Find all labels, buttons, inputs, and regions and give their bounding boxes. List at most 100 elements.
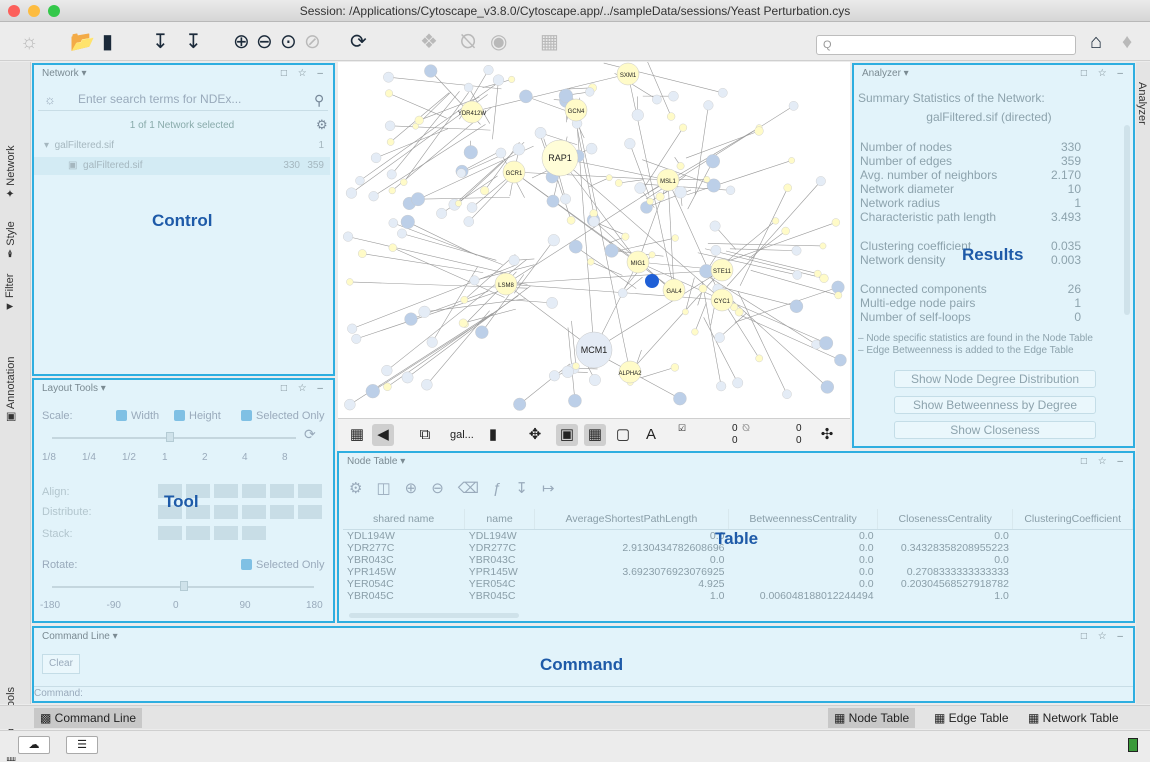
network-node[interactable] <box>832 218 840 226</box>
scale-slider-handle[interactable] <box>166 432 174 442</box>
column-header[interactable]: ClusteringCoefficient <box>1013 509 1133 529</box>
column-header[interactable]: shared name <box>343 509 465 529</box>
panel-controls[interactable]: □ ☆ – <box>281 65 327 82</box>
search-icon[interactable]: ⚲ <box>314 92 324 109</box>
network-node[interactable] <box>546 297 557 308</box>
network-node[interactable] <box>419 306 431 318</box>
scrollbar[interactable] <box>1124 125 1130 315</box>
network-node[interactable] <box>387 170 396 179</box>
table-row[interactable]: YBR045CYBR045C1.00.0060481880122444941.0 <box>343 590 1133 602</box>
network-node[interactable] <box>632 109 644 121</box>
share-icon[interactable]: ◀ <box>372 424 394 446</box>
select-nodes-icon[interactable]: ▣ <box>556 424 578 446</box>
network-row[interactable]: ▣ galFiltered.sif330359 <box>34 157 330 175</box>
open-icon[interactable]: 📂 <box>70 30 95 54</box>
network-node[interactable] <box>385 121 395 131</box>
panel-controls[interactable]: □ ☆ – <box>1081 453 1127 470</box>
network-node[interactable] <box>718 88 727 97</box>
network-node[interactable] <box>772 218 779 225</box>
network-node[interactable] <box>677 162 684 169</box>
navigator-icon[interactable]: ✣ <box>816 424 838 446</box>
notification-icon[interactable]: ♦ <box>1122 30 1132 54</box>
network-node[interactable] <box>402 372 413 383</box>
align-button[interactable] <box>242 484 266 498</box>
tab-node-table[interactable]: ▦ Node Table <box>828 708 915 728</box>
memory-icon[interactable] <box>1128 738 1138 752</box>
zoom-window-button[interactable] <box>48 5 60 17</box>
align-button[interactable] <box>214 484 238 498</box>
network-node[interactable] <box>401 215 415 229</box>
network-node[interactable] <box>475 326 488 339</box>
toolbar-search-input[interactable]: Q <box>816 35 1076 55</box>
network-node[interactable] <box>585 87 594 96</box>
grid-icon[interactable]: ▦ <box>346 424 368 446</box>
column-header[interactable]: ClosenessCentrality <box>878 509 1013 529</box>
network-node[interactable] <box>480 186 489 195</box>
open-view-icon[interactable]: ⧉ <box>414 424 436 446</box>
network-node[interactable] <box>692 329 699 336</box>
reset-icon[interactable]: ⟳ <box>304 426 316 443</box>
network-node[interactable] <box>589 216 599 226</box>
tab-network-table[interactable]: ▦ Network Table <box>1022 708 1125 728</box>
network-node[interactable] <box>679 124 687 132</box>
zoom-fit-icon[interactable]: ⊙ <box>280 30 297 54</box>
align-button[interactable] <box>270 484 294 498</box>
clear-button[interactable]: Clear <box>42 654 80 674</box>
align-button[interactable] <box>214 526 238 540</box>
hide-icon[interactable]: ⦰ <box>460 30 476 54</box>
network-node[interactable] <box>782 390 791 399</box>
network-node[interactable] <box>389 218 398 227</box>
tab-annotation[interactable]: ▣ Annotation <box>4 357 17 422</box>
network-node[interactable] <box>549 371 560 382</box>
network-node[interactable] <box>467 202 477 212</box>
ndex-icon[interactable]: ☼ <box>20 30 38 54</box>
network-node[interactable] <box>343 232 353 242</box>
panel-controls[interactable]: □ ☆ – <box>281 380 327 397</box>
help-icon[interactable]: ▦ <box>540 30 559 54</box>
network-node[interactable] <box>606 175 612 181</box>
network-node[interactable] <box>793 270 802 279</box>
import-table-icon[interactable]: ↧ <box>185 30 202 54</box>
panel-controls[interactable]: □ ☆ – <box>1081 628 1127 645</box>
select-edges-icon[interactable]: ▦ <box>584 424 606 446</box>
network-node[interactable] <box>755 127 764 136</box>
table-row[interactable]: YER054CYER054C4.9250.00.2030456852791878… <box>343 578 1133 590</box>
ndex-icon[interactable]: ☼ <box>44 92 56 107</box>
network-node[interactable] <box>668 91 678 101</box>
network-node[interactable] <box>400 179 407 186</box>
network-node[interactable] <box>470 276 479 285</box>
network-node[interactable] <box>484 65 494 75</box>
network-node[interactable] <box>635 182 646 193</box>
export-icon[interactable]: ▮ <box>482 424 504 446</box>
network-node[interactable] <box>569 240 582 253</box>
show-closeness-button[interactable]: Show Closeness <box>894 421 1096 439</box>
network-node[interactable] <box>509 255 520 266</box>
tab-analyzer[interactable]: Analyzer <box>1136 82 1148 125</box>
tab-edge-table[interactable]: ▦ Edge Table <box>928 708 1015 728</box>
network-node[interactable] <box>427 337 438 348</box>
network-canvas[interactable]: RAP1MCM1MIG1GAL4STE11CYC1GCN4SXM1YDR412W… <box>338 62 850 418</box>
network-node[interactable] <box>716 381 726 391</box>
column-header[interactable]: AverageShortestPathLength <box>534 509 728 529</box>
network-node[interactable] <box>733 378 743 388</box>
show-node-degree-button[interactable]: Show Node Degree Distribution <box>894 370 1096 388</box>
network-node[interactable] <box>675 186 687 198</box>
text-icon[interactable]: A <box>640 424 662 446</box>
align-button[interactable] <box>214 505 238 519</box>
align-button[interactable] <box>158 526 182 540</box>
network-node[interactable] <box>560 194 570 204</box>
network-node[interactable] <box>568 394 581 407</box>
zoom-selected-icon[interactable]: ⊘ <box>304 30 321 54</box>
network-node[interactable] <box>834 354 846 366</box>
pan-icon[interactable]: ✥ <box>524 424 546 446</box>
gear-icon[interactable]: ⚙ <box>349 480 376 497</box>
show-icon[interactable]: ◉ <box>490 30 507 54</box>
add-column-icon[interactable]: ⊕ <box>405 480 432 497</box>
align-button[interactable] <box>270 505 294 519</box>
rotate-slider-handle[interactable] <box>180 581 188 591</box>
tab-filter[interactable]: ▼ Filter <box>4 274 16 312</box>
scale-slider[interactable] <box>52 437 296 439</box>
close-window-button[interactable] <box>8 5 20 17</box>
selected-only-checkbox[interactable]: Selected Only <box>241 410 324 422</box>
network-node[interactable] <box>821 381 834 394</box>
